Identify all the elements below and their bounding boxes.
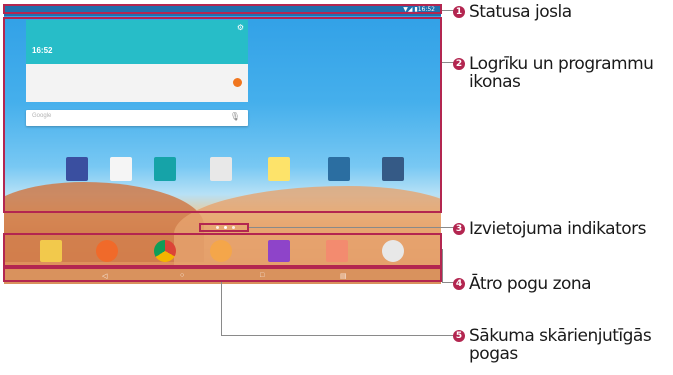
quick-buttons-highlight (3, 233, 442, 267)
callout-number: 1 (453, 6, 465, 18)
callout-number: 5 (453, 330, 465, 342)
callout-widgets: 2 Logrīku un programmu ikonas (453, 55, 673, 91)
page-indicator-highlight (199, 223, 249, 232)
callout-label: Sākuma skārienjutīgās pogas (469, 326, 652, 364)
callout-home-buttons: 5 Sākuma skārienjutīgās pogas (453, 327, 673, 363)
connector-line (249, 227, 454, 228)
callout-status-bar: 1 Statusa josla (453, 3, 572, 21)
callout-number: 2 (453, 58, 465, 70)
connector-line (442, 249, 443, 282)
connector-line (221, 282, 222, 335)
callout-page-indicator: 3 Izvietojuma indikators (453, 219, 647, 239)
callout-number: 4 (453, 278, 465, 290)
callout-label: Statusa josla (469, 2, 572, 22)
callout-label: Ātro pogu zona (469, 274, 592, 294)
widgets-highlight (3, 17, 442, 213)
callout-number: 3 (453, 223, 465, 235)
callout-label: Logrīku un programmu ikonas (469, 54, 654, 92)
status-bar-highlight (3, 4, 442, 14)
connector-line (221, 335, 454, 336)
home-buttons-highlight (3, 267, 442, 282)
callout-quick-buttons: 4 Ātro pogu zona (453, 274, 592, 294)
callout-label: Izvietojuma indikators (469, 219, 647, 239)
